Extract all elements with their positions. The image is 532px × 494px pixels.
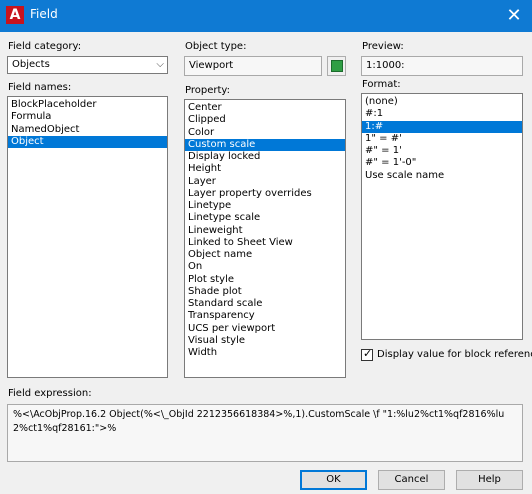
preview-value: 1:1000: <box>366 60 405 71</box>
field-names-list[interactable]: BlockPlaceholder Formula NamedObject Object <box>7 96 168 378</box>
field-expression-label: Field expression: <box>8 388 92 399</box>
format-item[interactable]: (none) <box>362 96 522 108</box>
format-item[interactable]: 1:# <box>362 120 522 133</box>
property-list[interactable]: Center Clipped Color Custom scale Display lo… <box>184 99 346 378</box>
window-title: Field <box>30 7 58 21</box>
property-item[interactable]: Object name <box>185 249 345 261</box>
preview-label: Preview: <box>362 41 404 52</box>
format-list[interactable]: (none) #:1 1:# 1" = #' #" = 1' #" = 1'-0" Use … <box>361 93 523 340</box>
property-item[interactable]: Shade plot <box>185 286 345 298</box>
format-item[interactable]: 1" = #' <box>362 133 522 145</box>
property-item[interactable]: Layer <box>185 176 345 188</box>
title-bar: A Field ✕ <box>0 0 532 32</box>
property-item[interactable]: Clipped <box>185 114 345 126</box>
property-item[interactable]: Transparency <box>185 310 345 322</box>
property-item[interactable]: Custom scale <box>185 138 345 151</box>
chevron-down-icon: ⌵ <box>156 59 164 70</box>
cancel-button[interactable]: Cancel <box>378 470 445 490</box>
autocad-logo-icon: A <box>6 6 24 24</box>
property-item[interactable]: Width <box>185 347 345 359</box>
property-item[interactable]: Height <box>185 163 345 175</box>
check-icon: ✓ <box>363 347 373 360</box>
property-item[interactable]: Linetype <box>185 200 345 212</box>
property-item[interactable]: Layer property overrides <box>185 188 345 200</box>
property-item[interactable]: UCS per viewport <box>185 323 345 335</box>
field-name-item[interactable]: NamedObject <box>8 124 167 136</box>
display-value-label: Display value for block reference <box>377 349 532 360</box>
format-item[interactable]: #" = 1'-0" <box>362 157 522 169</box>
field-category-dropdown[interactable]: Objects ⌵ <box>7 56 168 74</box>
property-item[interactable]: Lineweight <box>185 225 345 237</box>
field-names-label: Field names: <box>8 82 72 93</box>
close-icon[interactable]: ✕ <box>502 4 526 28</box>
field-expression-text[interactable]: %<\AcObjProp.16.2 Object(%<\_ObjId 22123… <box>7 404 523 462</box>
display-value-checkbox[interactable]: ✓ <box>361 347 373 361</box>
format-item[interactable]: #:1 <box>362 108 522 120</box>
property-item[interactable]: Center <box>185 102 345 114</box>
format-item[interactable]: #" = 1' <box>362 145 522 157</box>
object-type-value: Viewport <box>189 60 234 71</box>
property-item[interactable]: Plot style <box>185 274 345 286</box>
field-category-label: Field category: <box>8 41 82 52</box>
select-object-icon <box>331 60 343 72</box>
property-label: Property: <box>185 85 230 96</box>
format-label: Format: <box>362 79 401 90</box>
property-item[interactable]: Color <box>185 127 345 139</box>
select-object-button[interactable] <box>327 56 346 76</box>
format-item[interactable]: Use scale name <box>362 170 522 182</box>
preview-field: 1:1000: <box>361 56 523 76</box>
object-type-field[interactable]: Viewport <box>184 56 322 76</box>
field-name-item[interactable]: BlockPlaceholder <box>8 99 167 111</box>
property-item[interactable]: On <box>185 261 345 273</box>
field-name-item[interactable]: Object <box>8 135 167 148</box>
field-name-item[interactable]: Formula <box>8 111 167 123</box>
property-item[interactable]: Display locked <box>185 151 345 163</box>
property-item[interactable]: Linetype scale <box>185 212 345 224</box>
property-item[interactable]: Standard scale <box>185 298 345 310</box>
object-type-label: Object type: <box>185 41 247 52</box>
ok-button[interactable]: OK <box>300 470 367 490</box>
help-button[interactable]: Help <box>456 470 523 490</box>
field-category-value: Objects <box>12 59 50 70</box>
property-item[interactable]: Linked to Sheet View <box>185 237 345 249</box>
property-item[interactable]: Visual style <box>185 335 345 347</box>
